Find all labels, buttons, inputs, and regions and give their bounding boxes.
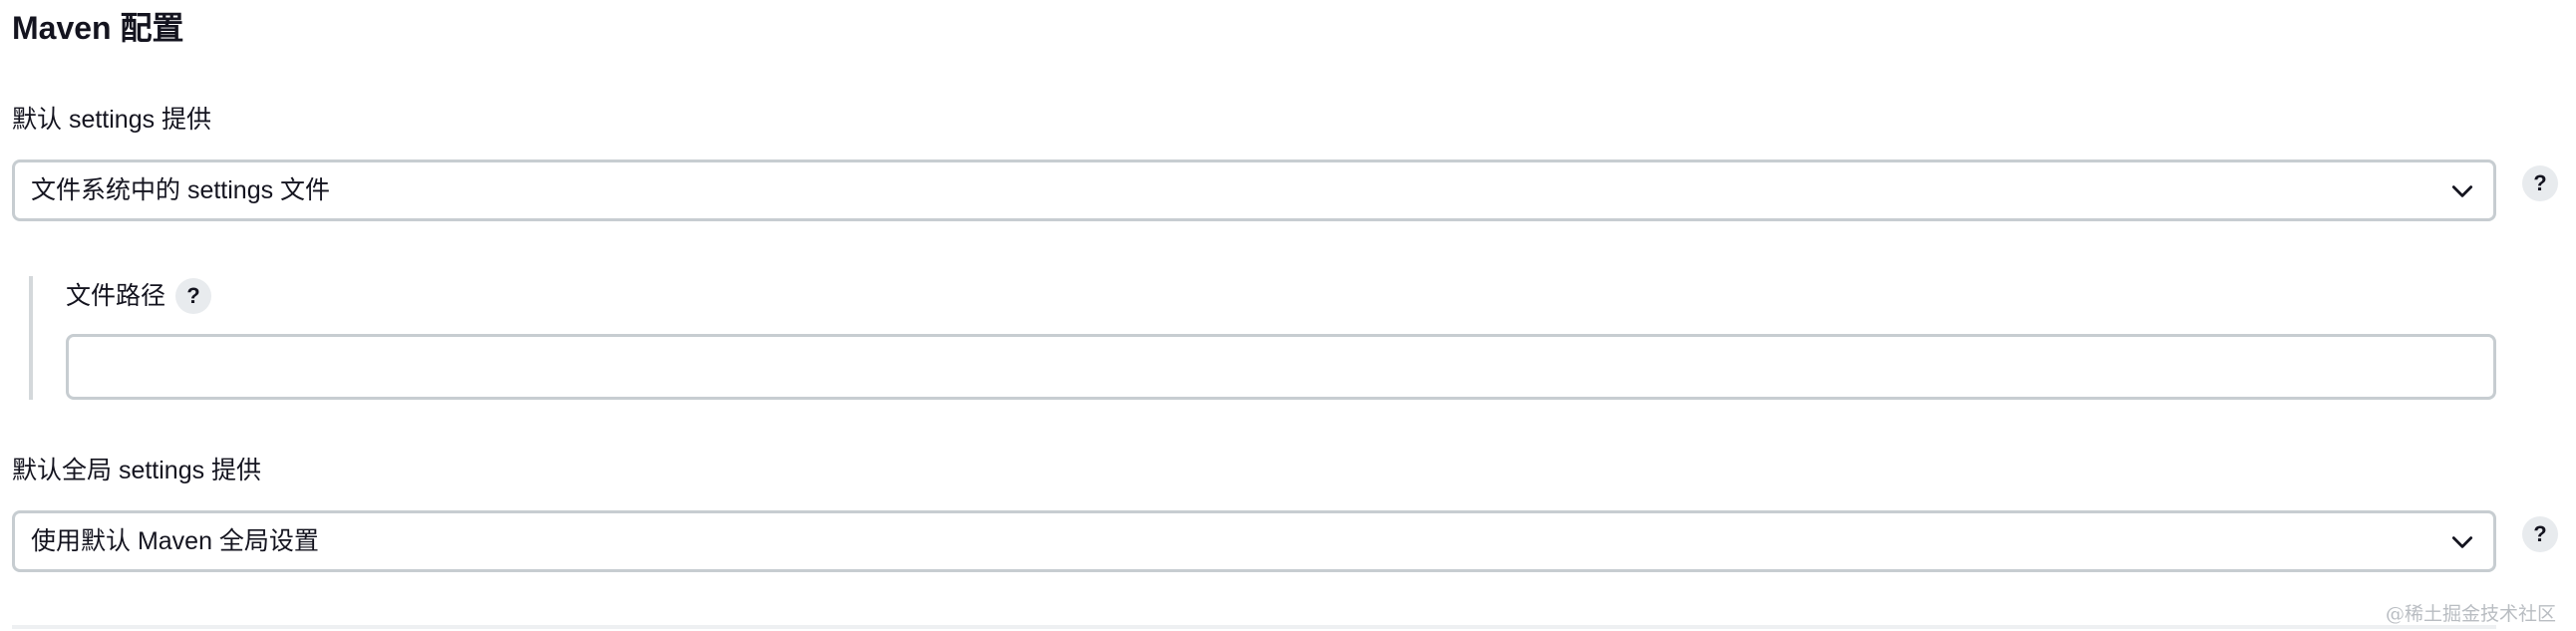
file-path-label: 文件路径 (66, 282, 166, 310)
settings-provider-selected-value: 文件系统中的 settings 文件 (31, 176, 331, 204)
settings-provider-select[interactable]: 文件系统中的 settings 文件 (12, 159, 2496, 221)
maven-config-page: Maven 配置 默认 settings 提供 文件系统中的 settings … (0, 0, 2576, 631)
chevron-down-icon (2451, 185, 2473, 197)
global-settings-provider-selected-value: 使用默认 Maven 全局设置 (31, 527, 319, 555)
file-path-help-icon[interactable]: ? (175, 278, 211, 314)
settings-provider-help-icon[interactable]: ? (2522, 165, 2558, 201)
chevron-down-icon (2451, 536, 2473, 548)
global-settings-provider-help-icon[interactable]: ? (2522, 516, 2558, 552)
file-path-input[interactable] (66, 334, 2496, 400)
global-settings-provider-select[interactable]: 使用默认 Maven 全局设置 (12, 510, 2496, 572)
section-title: Maven 配置 (12, 10, 184, 46)
settings-provider-label: 默认 settings 提供 (12, 106, 212, 134)
nested-config-bar (29, 276, 33, 400)
watermark: @稀土掘金技术社区 (2385, 603, 2556, 625)
bottom-divider (12, 625, 2496, 629)
global-settings-provider-label: 默认全局 settings 提供 (12, 457, 262, 484)
